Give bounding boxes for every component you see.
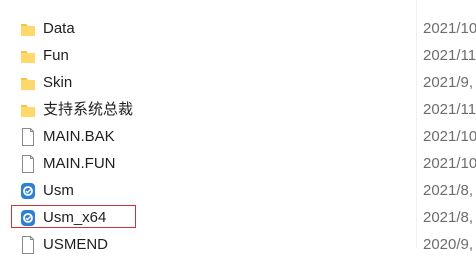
folder-icon (20, 101, 36, 119)
file-date: 2021/11 (423, 47, 476, 64)
file-date: 2021/11 (423, 101, 476, 118)
file-row-main-fun[interactable]: MAIN.FUN 2021/10 (0, 151, 476, 177)
file-row-main-bak[interactable]: MAIN.BAK 2021/10 (0, 124, 476, 150)
folder-icon (20, 20, 36, 38)
file-name: Usm (43, 182, 74, 199)
folder-icon (20, 47, 36, 65)
file-row-usm[interactable]: Usm 2021/8, (0, 178, 476, 204)
file-row-fun[interactable]: Fun 2021/11 (0, 43, 476, 69)
file-date: 2021/10 (423, 20, 476, 37)
app-icon (20, 182, 36, 200)
file-icon (20, 236, 36, 254)
file-row-usmend[interactable]: USMEND 2020/9, (0, 232, 476, 258)
file-name: MAIN.BAK (43, 128, 115, 145)
file-date: 2021/10 (423, 128, 476, 145)
file-name: Usm_x64 (43, 209, 107, 226)
file-date: 2021/8, (423, 182, 474, 199)
file-row-usm-x64[interactable]: Usm_x64 2021/8, (0, 205, 476, 231)
file-date: 2021/8, (423, 209, 474, 226)
file-icon (20, 128, 36, 146)
folder-icon (20, 74, 36, 92)
file-row-data[interactable]: Data 2021/10 (0, 16, 476, 42)
file-name: MAIN.FUN (43, 155, 116, 172)
file-row-skin[interactable]: Skin 2021/9, (0, 70, 476, 96)
file-icon (20, 155, 36, 173)
file-name: Skin (43, 74, 73, 91)
file-row-system[interactable]: 支持系统总裁 2021/11 (0, 97, 476, 123)
app-icon (20, 209, 36, 227)
file-name: USMEND (43, 236, 109, 253)
file-name: Data (43, 20, 75, 37)
file-date: 2021/9, (423, 74, 474, 91)
file-date: 2021/10 (423, 155, 476, 172)
file-name: Fun (43, 47, 69, 64)
file-date: 2020/9, (423, 236, 474, 253)
file-name: 支持系统总裁 (43, 101, 134, 118)
